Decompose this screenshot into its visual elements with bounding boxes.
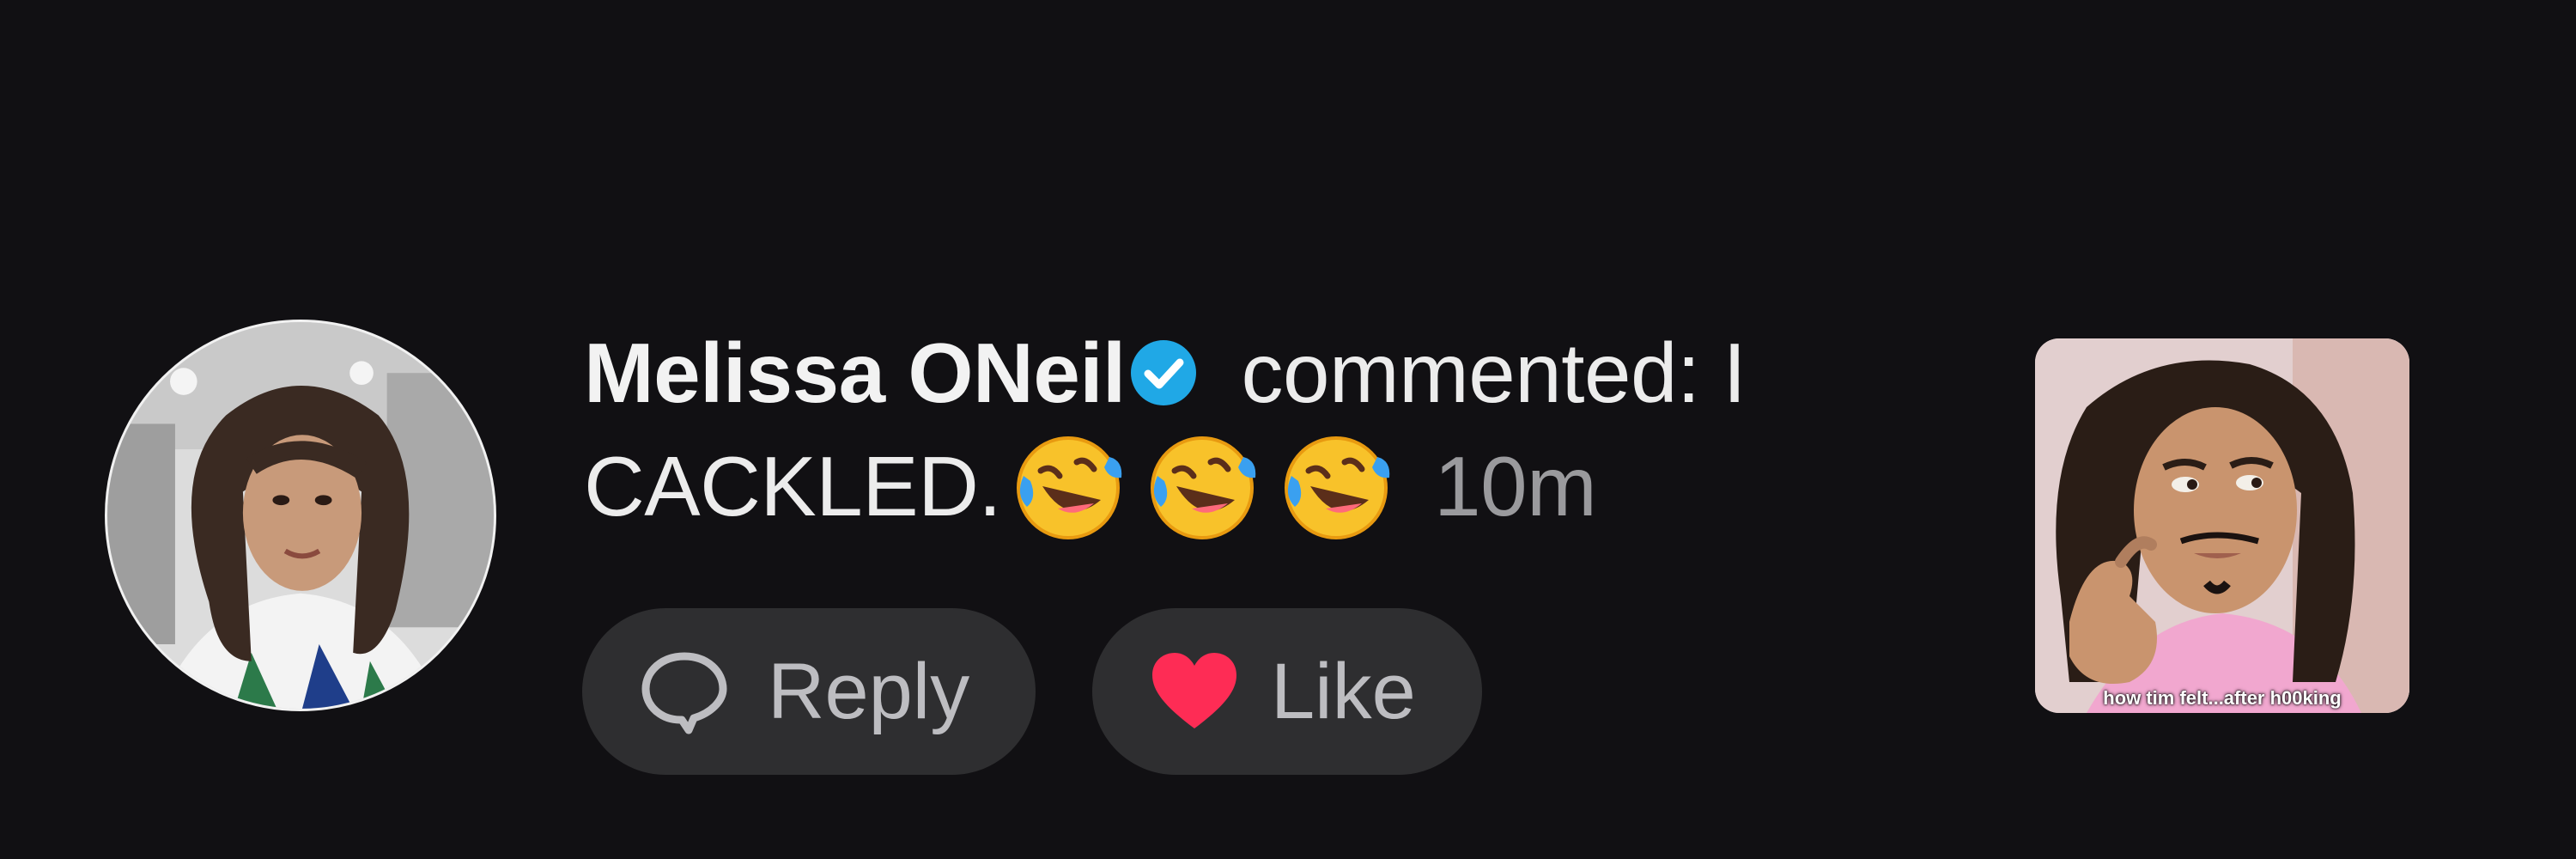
reply-label: Reply: [768, 647, 970, 735]
user-name[interactable]: Melissa ONeil: [584, 326, 1126, 420]
chat-bubble-icon: [637, 644, 732, 739]
like-button[interactable]: Like: [1092, 608, 1482, 775]
like-label: Like: [1271, 647, 1416, 735]
avatar-photo: [107, 322, 494, 709]
thumbnail-image: [2035, 338, 2409, 713]
video-thumbnail[interactable]: how tim felt...after h00king: [2035, 338, 2409, 713]
notification-message[interactable]: Melissa ONeil commented: I CACKLED. 10m: [584, 320, 1992, 546]
rofl-emoji-icon: [1276, 426, 1396, 546]
thumbnail-caption: how tim felt...after h00king: [2103, 687, 2342, 709]
timestamp: 10m: [1434, 439, 1597, 533]
notification-row[interactable]: Melissa ONeil commented: I CACKLED. 10m R…: [0, 0, 2576, 859]
user-avatar[interactable]: [105, 320, 496, 711]
verified-badge-icon: [1129, 338, 1198, 407]
reply-button[interactable]: Reply: [582, 608, 1036, 775]
rofl-emoji-icon: [1008, 426, 1128, 546]
rofl-emoji-icon: [1142, 426, 1262, 546]
heart-icon: [1147, 644, 1242, 739]
